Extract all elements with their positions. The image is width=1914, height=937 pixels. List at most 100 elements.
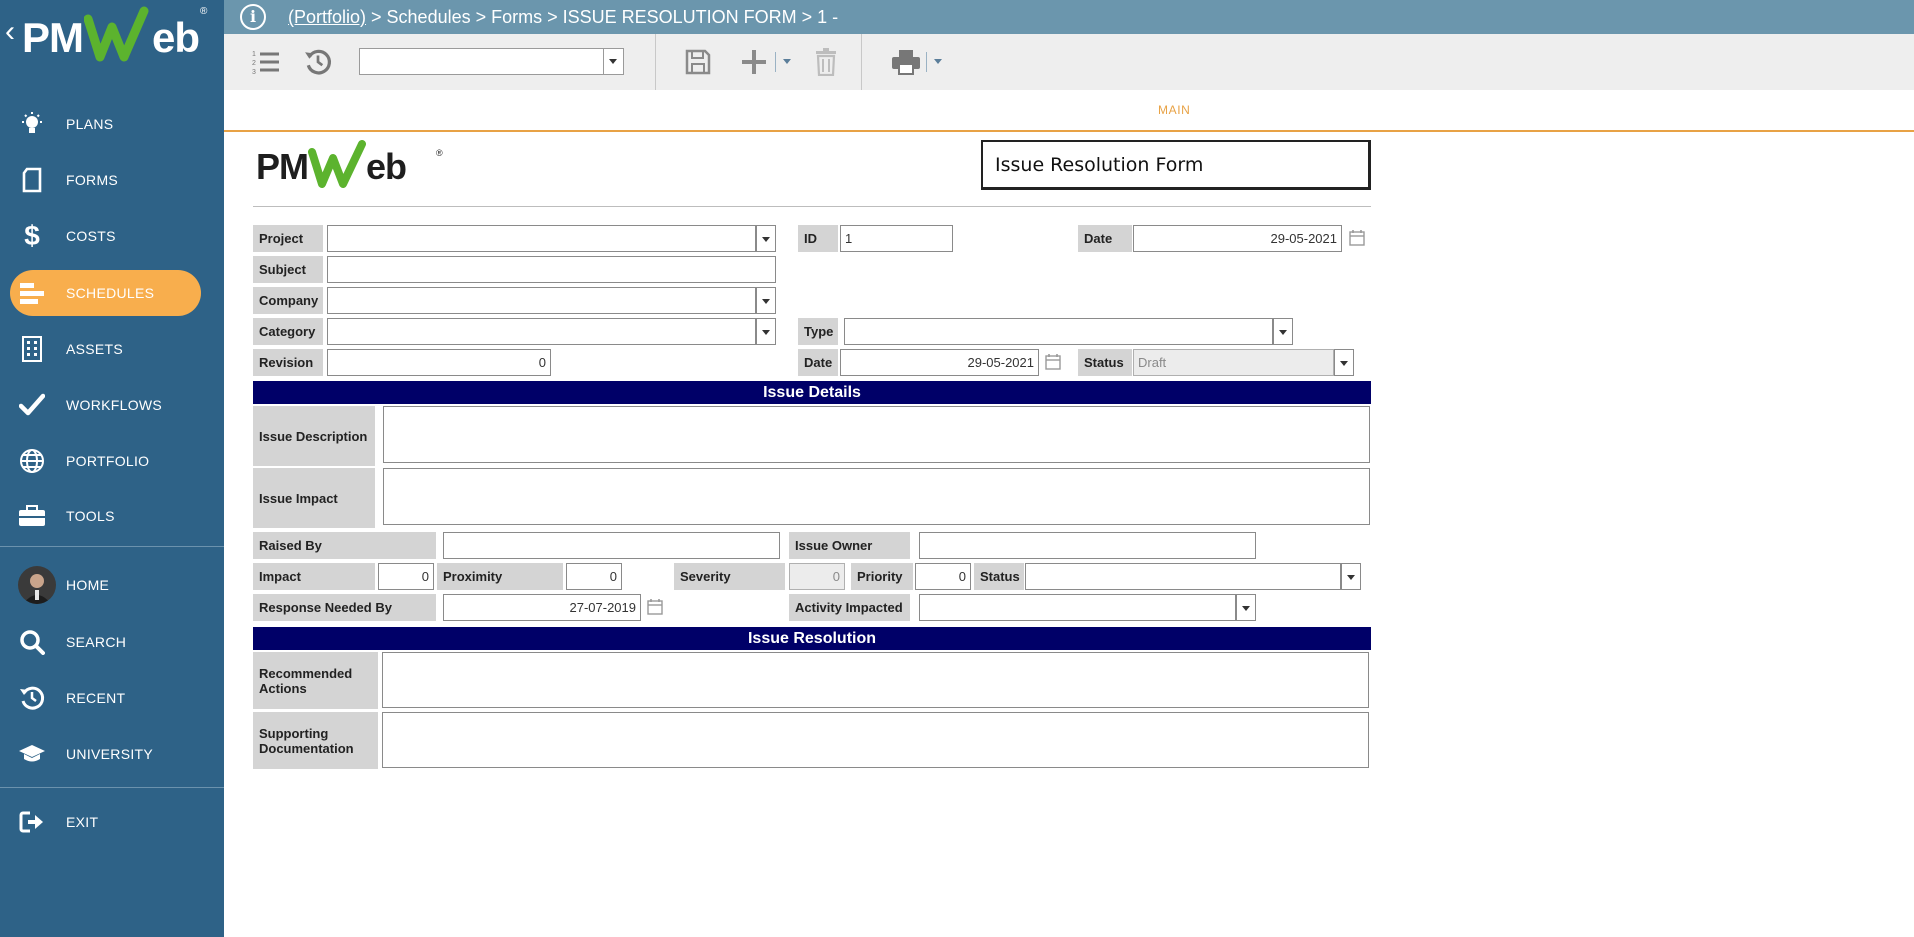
impact-label: Impact [253,563,375,590]
date-label: Date [1078,225,1132,252]
date-field[interactable]: 29-05-2021 [1133,225,1342,252]
supporting-documentation-label-line2: Documentation [259,740,354,756]
document-icon [18,166,46,194]
activity-impacted-dropdown-chevron-icon[interactable] [1236,594,1256,621]
nav-item-schedules[interactable]: SCHEDULES [0,270,224,316]
revision-date-field[interactable]: 29-05-2021 [840,349,1039,376]
nav-item-university[interactable]: UNIVERSITY [0,731,224,777]
id-field[interactable]: 1 [840,225,953,252]
priority-label: Priority [851,563,913,590]
issue-resolution-heading: Issue Resolution [253,627,1371,650]
sidebar: ‹ PM eb ® PLANS FORMS $ COSTS SCHEDULES … [0,0,224,937]
issue-owner-field[interactable] [919,532,1256,559]
toolbar-select[interactable] [359,48,624,75]
calendar-icon[interactable] [1045,353,1061,370]
raised-by-field[interactable] [443,532,780,559]
issue-description-label: Issue Description [253,406,375,466]
issue-impact-textarea[interactable] [383,468,1370,525]
print-split-separator [926,52,927,72]
sidebar-divider [0,546,224,547]
form-logo-text-pm: PM [256,146,309,187]
nav-label: TOOLS [66,508,115,524]
revision-label: Revision [253,349,323,376]
company-select[interactable] [327,287,756,314]
priority-field[interactable]: 0 [915,563,971,590]
nav-item-portfolio[interactable]: PORTFOLIO [0,438,224,484]
type-label: Type [798,318,838,345]
add-split-separator [775,52,776,72]
issue-status-select[interactable] [1025,563,1341,590]
delete-icon[interactable] [808,44,844,80]
info-icon[interactable]: i [240,4,266,30]
nav-item-home[interactable]: HOME [0,562,224,608]
activity-impacted-select[interactable] [919,594,1236,621]
type-select[interactable] [844,318,1273,345]
history-icon[interactable] [300,44,336,80]
sidebar-divider [0,787,224,788]
add-icon[interactable] [736,44,772,80]
nav-item-tools[interactable]: TOOLS [0,493,224,539]
dollar-icon: $ [24,220,40,251]
nav-label: EXIT [66,814,99,830]
issue-owner-label: Issue Owner [789,532,910,559]
project-dropdown-chevron-icon[interactable] [756,225,776,252]
add-dropdown-caret-icon[interactable] [783,59,791,64]
tab-main[interactable]: MAIN [1158,103,1190,117]
graduation-cap-icon [18,740,46,768]
nav-label: SCHEDULES [66,285,155,301]
logo-text-pm: PM [22,14,84,61]
user-avatar [18,566,56,604]
status-dropdown-chevron-icon[interactable] [1334,349,1354,376]
recommended-actions-label-line2: Actions [259,680,307,696]
logo-registered-mark: ® [200,6,208,17]
calendar-icon[interactable] [1349,229,1365,246]
nav-item-recent[interactable]: RECENT [0,675,224,721]
nav-label: HOME [66,577,110,593]
recommended-actions-textarea[interactable] [382,652,1369,708]
save-icon[interactable] [680,44,716,80]
proximity-field[interactable]: 0 [566,563,622,590]
nav-item-plans[interactable]: PLANS [0,101,224,147]
status-select[interactable]: Draft [1133,349,1334,376]
subject-label: Subject [253,256,323,283]
print-dropdown-caret-icon[interactable] [934,59,942,64]
issue-description-textarea[interactable] [383,406,1370,463]
project-label: Project [253,225,323,252]
project-select[interactable] [327,225,756,252]
issue-status-dropdown-chevron-icon[interactable] [1341,563,1361,590]
company-dropdown-chevron-icon[interactable] [756,287,776,314]
impact-field[interactable]: 0 [378,563,434,590]
nav-item-search[interactable]: SEARCH [0,619,224,665]
nav-item-costs[interactable]: $ COSTS [0,213,224,259]
id-label: ID [798,225,838,252]
history-icon [18,684,46,712]
chevron-down-icon[interactable] [603,49,623,74]
nav-label: PORTFOLIO [66,453,150,469]
logo-text-eb: eb [152,14,200,61]
severity-label: Severity [674,563,785,590]
response-needed-by-field[interactable]: 27-07-2019 [443,594,641,621]
status-label: Status [1078,349,1132,376]
category-select[interactable] [327,318,756,345]
calendar-icon[interactable] [647,598,663,615]
nav-item-forms[interactable]: FORMS [0,157,224,203]
gantt-icon [18,279,46,307]
category-dropdown-chevron-icon[interactable] [756,318,776,345]
nav-item-exit[interactable]: EXIT [0,799,224,845]
toolbar-separator [861,34,862,90]
type-dropdown-chevron-icon[interactable] [1273,318,1293,345]
revision-date-label: Date [798,349,838,376]
breadcrumb-portfolio-link[interactable]: (Portfolio) [288,7,366,27]
revision-field[interactable]: 0 [327,349,551,376]
subject-field[interactable] [327,256,776,283]
back-chevron-icon[interactable]: ‹ [5,17,15,47]
supporting-documentation-textarea[interactable] [382,712,1369,768]
app-logo[interactable]: ‹ PM eb ® [0,0,224,70]
company-label: Company [253,287,323,314]
nav-item-assets[interactable]: ASSETS [0,326,224,372]
nav-label: COSTS [66,228,116,244]
nav-item-workflows[interactable]: WORKFLOWS [0,382,224,428]
numbered-list-icon[interactable]: 1 2 3 [248,44,284,80]
print-icon[interactable] [888,44,924,80]
severity-field[interactable]: 0 [789,563,845,590]
